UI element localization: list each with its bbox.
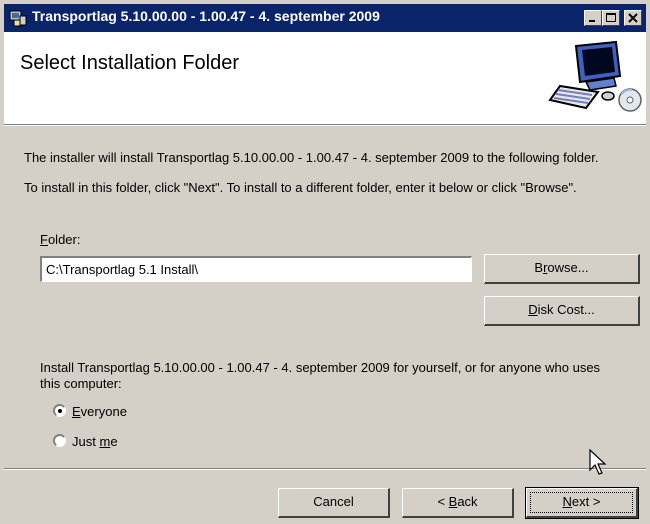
- footer-divider: [4, 468, 646, 470]
- disk-cost-button[interactable]: Disk Cost...: [484, 296, 640, 326]
- intro-text: The installer will install Transportlag …: [24, 150, 599, 165]
- install-for-text-cont: this computer:: [40, 376, 122, 391]
- everyone-radio[interactable]: [53, 404, 66, 417]
- installer-app-icon: [9, 10, 27, 27]
- page-title: Select Installation Folder: [20, 52, 240, 74]
- just-me-radio[interactable]: [53, 434, 66, 447]
- dialog-header: Select Installation Folder: [4, 32, 646, 124]
- radio-selected-dot: [58, 409, 62, 413]
- just-me-radio-label[interactable]: Just me: [72, 434, 118, 449]
- maximize-icon: [606, 13, 616, 22]
- mouse-pointer-icon: [589, 448, 607, 475]
- minimize-icon: [589, 20, 595, 22]
- everyone-radio-label[interactable]: Everyone: [72, 404, 127, 419]
- minimize-button[interactable]: [584, 10, 602, 26]
- close-icon: [628, 13, 638, 23]
- install-for-text: Install Transportlag 5.10.00.00 - 1.00.4…: [40, 360, 601, 375]
- folder-path-input[interactable]: [40, 256, 472, 282]
- instruction-text: To install in this folder, click "Next".…: [24, 180, 577, 195]
- cancel-button[interactable]: Cancel: [278, 488, 390, 518]
- maximize-button[interactable]: [602, 10, 620, 26]
- folder-label: Folder:: [40, 232, 81, 247]
- computer-cd-icon: [548, 40, 642, 112]
- title-bar[interactable]: Transportlag 5.10.00.00 - 1.00.47 - 4. s…: [4, 4, 646, 32]
- next-button[interactable]: Next >: [525, 487, 639, 519]
- installer-window: Transportlag 5.10.00.00 - 1.00.47 - 4. s…: [0, 0, 650, 524]
- header-divider: [4, 124, 646, 126]
- browse-button[interactable]: Browse...: [484, 254, 640, 284]
- focus-rect: [530, 492, 633, 513]
- window-title: Transportlag 5.10.00.00 - 1.00.47 - 4. s…: [32, 8, 380, 24]
- back-button[interactable]: < Back: [402, 488, 514, 518]
- close-button[interactable]: [624, 10, 642, 26]
